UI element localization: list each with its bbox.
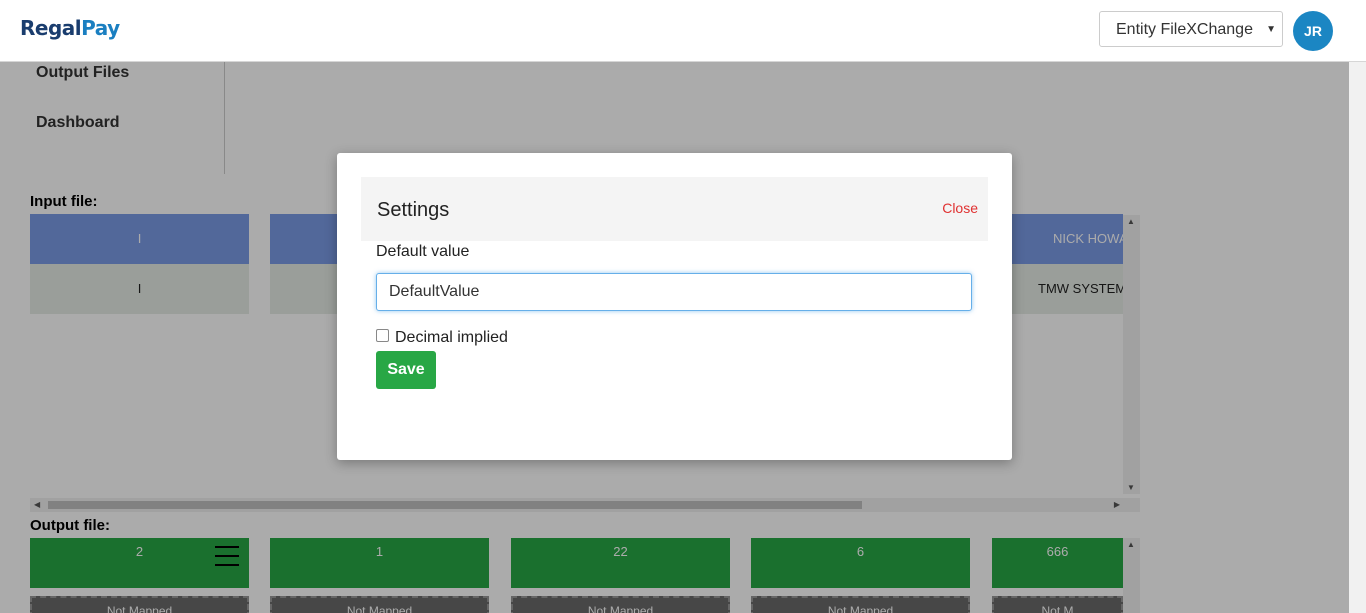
default-value-label: Default value — [376, 243, 470, 260]
decimal-implied-checkbox[interactable] — [376, 329, 389, 343]
app-header: RegalPay Entity FileXChange ▼ JR — [0, 0, 1366, 62]
save-button[interactable]: Save — [376, 351, 436, 389]
close-button[interactable]: Close — [942, 200, 978, 216]
avatar[interactable]: JR — [1293, 11, 1333, 51]
regalpay-logo[interactable]: RegalPay — [20, 16, 120, 40]
logo-text-pay: Pay — [81, 16, 120, 40]
settings-modal: Settings Close Default value Decimal imp… — [337, 153, 1012, 460]
decimal-implied-label: Decimal implied — [395, 329, 508, 346]
modal-title: Settings — [377, 199, 450, 221]
default-value-input[interactable] — [376, 273, 972, 311]
logo-text-regal: Regal — [20, 16, 82, 40]
modal-header: Settings Close — [361, 177, 988, 241]
chevron-down-icon: ▼ — [1266, 24, 1276, 35]
page-scrollbar[interactable] — [1349, 62, 1366, 613]
entity-select[interactable]: Entity FileXChange ▼ — [1099, 11, 1283, 47]
entity-select-value: Entity FileXChange — [1116, 21, 1253, 38]
decimal-implied-row[interactable]: Decimal implied — [376, 329, 508, 347]
